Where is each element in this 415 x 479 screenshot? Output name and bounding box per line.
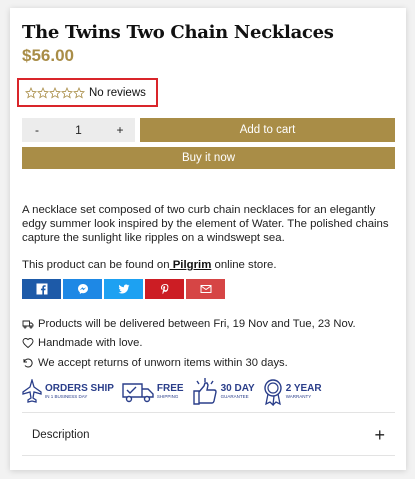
product-title: The Twins Two Chain Necklaces: [22, 22, 334, 43]
thumbs-up-icon: [192, 378, 217, 405]
store-line-prefix: This product can be found on: [22, 259, 170, 271]
badge-title: 2 YEAR: [285, 383, 322, 395]
airplane-icon: [22, 379, 42, 403]
share-messenger-button[interactable]: [63, 279, 102, 299]
product-card: The Twins Two Chain Necklaces $56.00 No …: [10, 8, 406, 470]
share-email-button[interactable]: [186, 279, 225, 299]
quantity-decrease-button[interactable]: -: [22, 123, 52, 137]
badge-title: ORDERS SHIP: [45, 383, 114, 395]
share-facebook-button[interactable]: [22, 279, 61, 299]
product-description: A necklace set composed of two curb chai…: [22, 204, 389, 244]
share-buttons: [22, 279, 225, 299]
handmade-info: Handmade with love.: [22, 337, 398, 349]
badge-title: FREE: [156, 383, 184, 395]
delivery-text: Products will be delivered between Fri, …: [38, 318, 356, 330]
badge-subtitle: WARRANTY: [285, 394, 312, 400]
badge-subtitle: GUARANTEE: [220, 394, 249, 400]
add-to-cart-button[interactable]: Add to cart: [140, 118, 395, 142]
badge-subtitle: SHIPPING: [156, 394, 179, 400]
accordion-label: Description: [32, 429, 90, 441]
badge-subtitle: IN 1 BUSINESS DAY: [45, 394, 88, 400]
store-link[interactable]: Pilgrim: [170, 259, 212, 271]
heart-icon: [22, 338, 34, 349]
delivery-info: Products will be delivered between Fri, …: [22, 318, 398, 330]
quantity-increase-button[interactable]: +: [105, 123, 135, 137]
messenger-icon: [77, 284, 88, 294]
description-accordion[interactable]: Description +: [22, 417, 395, 453]
badge-2-year-warranty: 2 YEAR WARRANTY: [263, 378, 322, 406]
returns-text: We accept returns of unworn items within…: [38, 357, 288, 369]
trust-badges: ORDERS SHIP IN 1 BUSINESS DAY FREE SHIPPIN…: [22, 377, 322, 407]
returns-info: We accept returns of unworn items within…: [22, 357, 398, 369]
quantity-stepper: - 1 +: [22, 118, 135, 142]
return-arrow-icon: [23, 358, 33, 368]
star-rating: [25, 86, 85, 99]
award-ribbon-icon: [263, 379, 282, 406]
badge-orders-ship: ORDERS SHIP IN 1 BUSINESS DAY: [22, 379, 114, 405]
store-line: This product can be found on Pilgrim onl…: [22, 259, 398, 271]
facebook-icon: [36, 283, 47, 295]
badge-30-day-guarantee: 30 DAY GUARANTEE: [192, 377, 255, 407]
handmade-text: Handmade with love.: [38, 337, 143, 349]
reviews-count-text: No reviews: [89, 86, 146, 99]
divider: [22, 455, 395, 456]
reviews-summary[interactable]: No reviews: [17, 78, 158, 107]
share-twitter-button[interactable]: [104, 279, 143, 299]
star-outline-icon: [37, 86, 49, 98]
star-outline-icon: [49, 86, 61, 98]
expand-plus-icon[interactable]: +: [374, 426, 385, 444]
badge-title: 30 DAY: [220, 383, 255, 395]
star-outline-icon: [25, 86, 37, 98]
buy-now-button[interactable]: Buy it now: [22, 147, 395, 169]
quantity-input[interactable]: 1: [52, 123, 105, 137]
truck-icon: [122, 383, 154, 403]
truck-icon: [22, 320, 34, 329]
email-icon: [200, 285, 211, 293]
pinterest-icon: [160, 284, 168, 295]
badge-free-shipping: FREE SHIPPING: [122, 381, 184, 403]
share-pinterest-button[interactable]: [145, 279, 184, 299]
twitter-icon: [118, 284, 129, 294]
star-outline-icon: [61, 86, 73, 98]
divider: [22, 412, 395, 413]
store-line-suffix: online store.: [211, 259, 277, 271]
star-outline-icon: [73, 86, 85, 98]
product-price: $56.00: [22, 46, 74, 65]
